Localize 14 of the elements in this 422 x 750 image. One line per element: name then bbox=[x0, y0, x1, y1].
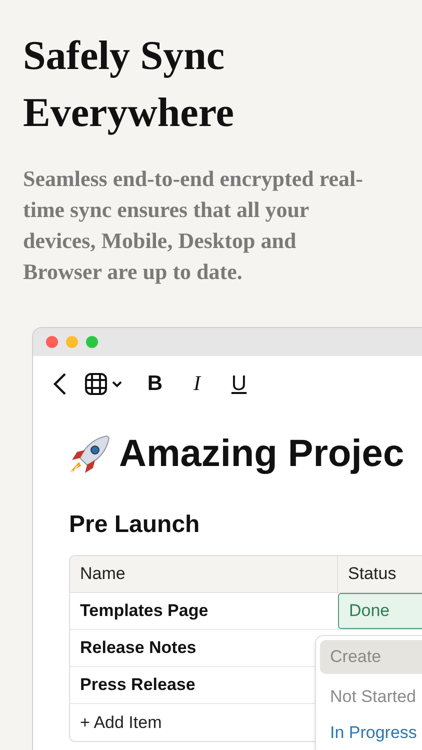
section-heading: Pre Launch bbox=[69, 510, 201, 540]
column-header: Name bbox=[70, 556, 338, 592]
back-icon[interactable] bbox=[53, 372, 67, 396]
format-button[interactable]: U bbox=[227, 368, 251, 400]
column-header: Status bbox=[347, 563, 398, 586]
format-button[interactable]: I bbox=[185, 368, 209, 400]
dropdown-item[interactable]: In Progress bbox=[320, 716, 422, 750]
subtitle: Seamless end-to-end encrypted real-time sync ensures that all your devices, Mobile, Desktop and Browser are up to date. bbox=[23, 165, 364, 286]
status-cell[interactable]: Done bbox=[338, 593, 422, 629]
format-button[interactable]: B bbox=[143, 368, 167, 400]
table-cell-text: Templates Page bbox=[79, 600, 210, 622]
document-title: Amazing Projec bbox=[119, 432, 404, 477]
headline: Safely Sync Everywhere bbox=[23, 31, 236, 137]
rocket-icon bbox=[67, 434, 111, 476]
